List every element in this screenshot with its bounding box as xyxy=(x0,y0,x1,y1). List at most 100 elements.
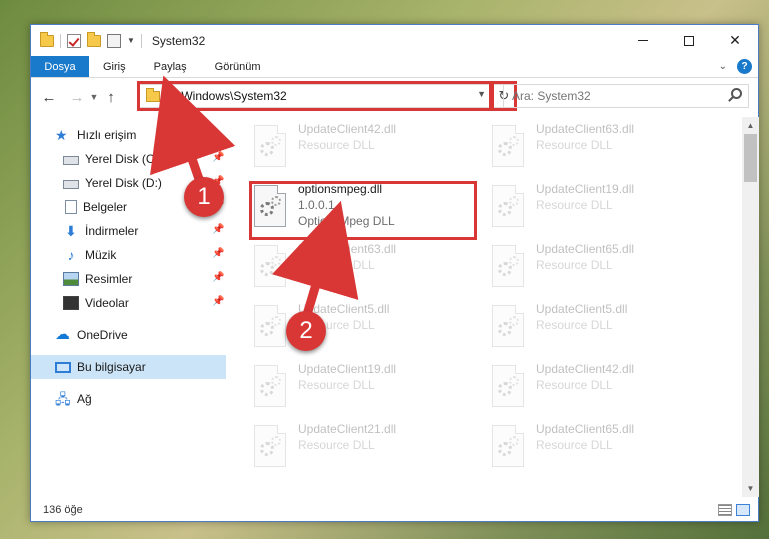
toolbar-divider xyxy=(140,33,142,48)
address-history-chevron-icon[interactable]: ▼ xyxy=(477,89,486,99)
back-arrow-icon[interactable]: ← xyxy=(39,89,59,106)
vertical-scrollbar[interactable]: ▲ ▼ xyxy=(742,117,759,497)
file-item[interactable]: UpdateClient21.dll Resource DLL xyxy=(254,421,484,481)
file-name: UpdateClient21.dll xyxy=(298,422,397,436)
sidebar-item-network[interactable]: 🖧 Ağ xyxy=(31,387,226,411)
file-type: Resource DLL xyxy=(536,258,613,272)
forward-arrow-icon[interactable]: → xyxy=(67,89,87,106)
dll-file-icon xyxy=(254,425,286,467)
search-input[interactable] xyxy=(512,89,712,103)
details-view-icon[interactable] xyxy=(718,504,732,516)
sidebar-item-label: Resimler xyxy=(85,272,133,286)
minimize-button[interactable] xyxy=(620,25,666,56)
sidebar-item-label: Videolar xyxy=(85,296,129,310)
properties-check-icon[interactable] xyxy=(67,33,81,48)
sidebar-item-music[interactable]: ♪ Müzik 📌 xyxy=(31,243,226,267)
file-type: OptionsMpeg DLL xyxy=(298,214,395,228)
file-type: Resource DLL xyxy=(536,198,613,212)
download-icon: ⬇ xyxy=(65,223,77,239)
scroll-up-arrow-icon[interactable]: ▲ xyxy=(742,117,759,134)
file-name: UpdateClient63.dll xyxy=(536,122,635,136)
file-name: UpdateClient65.dll xyxy=(536,242,635,256)
navigation-pane: ★ Hızlı erişim Yerel Disk (C:) 📌 Yerel D… xyxy=(31,117,226,497)
search-icon[interactable] xyxy=(731,88,742,99)
sidebar-item-downloads[interactable]: ⬇ İndirmeler 📌 xyxy=(31,219,226,243)
document-icon xyxy=(65,200,77,214)
dll-file-icon xyxy=(492,425,524,467)
file-item[interactable]: UpdateClient63.dll Resource DLL xyxy=(492,121,722,181)
file-item[interactable]: UpdateClient65.dll Resource DLL xyxy=(492,421,722,481)
dll-file-icon xyxy=(492,245,524,287)
close-button[interactable]: ✕ xyxy=(712,25,758,56)
folder-icon xyxy=(146,87,160,102)
pin-icon[interactable]: 📌 xyxy=(212,224,224,236)
file-item[interactable]: UpdateClient19.dll Resource DLL xyxy=(492,181,722,241)
file-list: UpdateClient42.dll Resource DLL optionsmp… xyxy=(226,117,742,497)
file-name: UpdateClient65.dll xyxy=(536,422,635,436)
file-item[interactable]: UpdateClient65.dll Resource DLL xyxy=(492,241,722,301)
window-controls: ✕ xyxy=(620,25,758,56)
scroll-down-arrow-icon[interactable]: ▼ xyxy=(742,480,759,497)
up-arrow-icon[interactable]: ↑ xyxy=(101,89,121,106)
ribbon-tabs: Dosya Giriş Paylaş Görünüm ⌄ ? xyxy=(31,56,758,78)
scroll-thumb[interactable] xyxy=(744,134,757,182)
sidebar-item-label: Yerel Disk (D:) xyxy=(85,176,162,190)
address-bar[interactable]: C:\Windows\System32 ▼ xyxy=(139,84,491,108)
tab-home[interactable]: Giriş xyxy=(89,56,140,77)
file-item-optionsmpeg[interactable]: optionsmpeg.dll 1.0.0.1 OptionsMpeg DLL xyxy=(254,181,484,241)
pin-icon[interactable]: 📌 xyxy=(212,152,224,164)
sidebar-item-this-pc[interactable]: Bu bilgisayar xyxy=(31,355,226,379)
search-box[interactable] xyxy=(503,84,749,108)
file-name: UpdateClient5.dll xyxy=(536,302,628,316)
dll-file-icon xyxy=(254,305,286,347)
maximize-button[interactable] xyxy=(666,25,712,56)
address-path[interactable]: C:\Windows\System32 xyxy=(166,89,287,103)
sidebar-item-label: Bu bilgisayar xyxy=(77,360,146,374)
sidebar-item-pictures[interactable]: Resimler 📌 xyxy=(31,267,226,291)
sidebar-item-onedrive[interactable]: ☁ OneDrive xyxy=(31,323,226,347)
file-name: UpdateClient19.dll xyxy=(536,182,635,196)
file-item[interactable]: UpdateClient42.dll Resource DLL xyxy=(492,361,722,421)
title-bar: ▼ System32 ✕ xyxy=(31,25,758,56)
file-type: Resource DLL xyxy=(536,138,613,152)
sidebar-item-quick-access[interactable]: ★ Hızlı erişim xyxy=(31,123,226,147)
music-icon: ♪ xyxy=(67,247,75,263)
file-item[interactable]: UpdateClient42.dll Resource DLL xyxy=(254,121,484,181)
file-name: UpdateClient19.dll xyxy=(298,362,397,376)
large-icons-view-icon[interactable] xyxy=(736,504,750,516)
file-item[interactable]: UpdateClient19.dll Resource DLL xyxy=(254,361,484,421)
pin-icon[interactable]: 📌 xyxy=(212,248,224,260)
quick-access-toolbar: ▼ xyxy=(31,31,142,48)
help-icon[interactable]: ? xyxy=(737,59,752,74)
tab-file[interactable]: Dosya xyxy=(31,56,89,77)
sidebar-item-label: Yerel Disk (C:) xyxy=(85,152,162,166)
pin-icon[interactable]: 📌 xyxy=(212,272,224,284)
toolbar-divider xyxy=(60,33,61,48)
disk-icon xyxy=(63,179,79,189)
star-icon: ★ xyxy=(55,127,68,143)
expand-ribbon-chevron-icon[interactable]: ⌄ xyxy=(719,61,727,72)
maximize-icon xyxy=(684,35,694,46)
window-title: System32 xyxy=(151,33,206,48)
file-type: Resource DLL xyxy=(298,438,375,452)
customize-toolbar-chevron-icon[interactable]: ▼ xyxy=(127,36,135,45)
properties-icon[interactable] xyxy=(107,33,121,48)
sidebar-item-label: Belgeler xyxy=(83,200,128,214)
file-name: UpdateClient63.dll xyxy=(298,242,397,256)
tab-view[interactable]: Görünüm xyxy=(201,56,275,77)
new-folder-icon[interactable] xyxy=(87,31,101,47)
file-type: Resource DLL xyxy=(536,438,613,452)
dll-file-icon xyxy=(492,305,524,347)
file-type: Resource DLL xyxy=(298,378,375,392)
sidebar-item-label: İndirmeler xyxy=(85,224,139,238)
pictures-icon xyxy=(63,272,79,286)
sidebar-item-videos[interactable]: Videolar 📌 xyxy=(31,291,226,315)
file-item[interactable]: UpdateClient5.dll Resource DLL xyxy=(492,301,722,361)
file-item[interactable]: UpdateClient63.dll Resource DLL xyxy=(254,241,484,301)
tab-share[interactable]: Paylaş xyxy=(140,56,201,77)
navigation-bar: ← → ▼ ↑ C:\Windows\System32 ▼ ↻ xyxy=(31,80,758,114)
file-name: UpdateClient42.dll xyxy=(298,122,397,136)
sidebar-item-local-disk-c[interactable]: Yerel Disk (C:) 📌 xyxy=(31,147,226,171)
recent-locations-chevron-icon[interactable]: ▼ xyxy=(87,92,101,102)
pin-icon[interactable]: 📌 xyxy=(212,296,224,308)
